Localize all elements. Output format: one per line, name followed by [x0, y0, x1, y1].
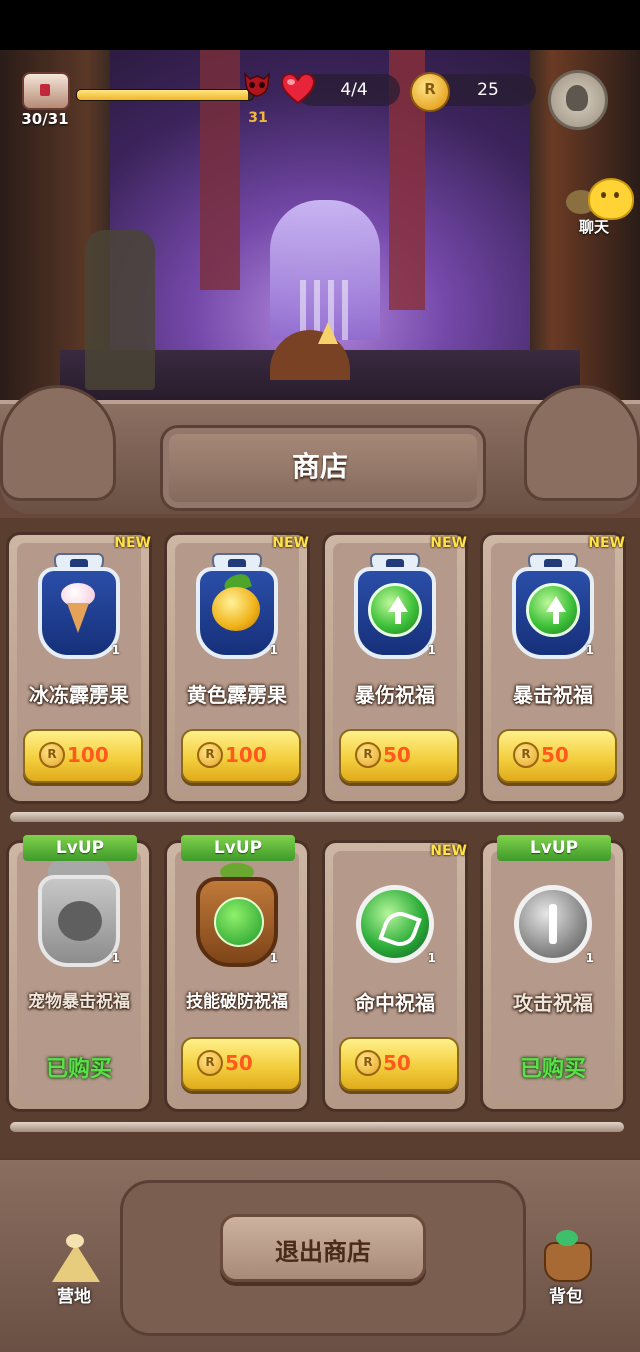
- right-horn-ornament: [524, 385, 640, 501]
- item-name: 冰冻霹雳果: [29, 683, 129, 707]
- chat-icon[interactable]: [588, 178, 634, 220]
- item-icon: 1: [32, 861, 126, 973]
- item-name: 暴伤祝福: [355, 683, 435, 707]
- shop-item-card[interactable]: LvUP 1 宠物暴击祝福 已购买: [6, 835, 152, 1112]
- yellow-fruit-icon: [212, 587, 260, 631]
- item-name: 黄色霹雳果: [187, 683, 287, 707]
- price-value: 50: [383, 743, 411, 767]
- price-value: 50: [225, 1051, 253, 1075]
- item-icon: 1: [190, 553, 284, 665]
- item-icon: 1: [506, 553, 600, 665]
- item-count: 1: [427, 643, 436, 657]
- camp-label[interactable]: 营地: [40, 1282, 108, 1307]
- left-banner: [200, 50, 240, 290]
- new-badge: NEW: [430, 843, 467, 859]
- profile-button[interactable]: [548, 70, 608, 130]
- hero-ear: [318, 322, 338, 344]
- coin-icon: [410, 72, 450, 112]
- price-value: 50: [541, 743, 569, 767]
- skill-armor-break-blessing-icon: [196, 877, 278, 967]
- exit-shop-label: 退出商店: [275, 1238, 371, 1266]
- item-name: 技能破防祝福: [186, 992, 288, 1012]
- item-name: 宠物暴击祝福: [28, 992, 130, 1012]
- buy-button[interactable]: 50: [339, 729, 459, 783]
- backpack-icon[interactable]: [538, 1228, 594, 1282]
- row-divider: [10, 1122, 624, 1132]
- crit-blessing-icon: [526, 583, 580, 637]
- heart-icon: [280, 72, 316, 105]
- coin-icon: [355, 742, 381, 768]
- lvup-badge: LvUP: [181, 835, 295, 861]
- buy-button[interactable]: 50: [497, 729, 617, 783]
- buy-button[interactable]: 50: [339, 1037, 459, 1091]
- hp-value: 4/4: [340, 80, 368, 100]
- coin-icon: [197, 742, 223, 768]
- attack-blessing-icon: [514, 885, 592, 963]
- price-value: 100: [67, 743, 109, 767]
- pet-crit-blessing-icon: [38, 875, 120, 967]
- shop-item-card[interactable]: NEW 1 冰冻霹雳果 100: [6, 532, 152, 804]
- buy-button[interactable]: 50: [181, 1037, 301, 1091]
- shop-item-card[interactable]: LvUP 1 攻击祝福 已购买: [480, 835, 626, 1112]
- buy-button[interactable]: 100: [23, 729, 143, 783]
- item-count: 1: [269, 951, 278, 965]
- camp-icon[interactable]: [48, 1234, 102, 1284]
- coin-icon: [355, 1050, 381, 1076]
- price-value: 100: [225, 743, 267, 767]
- boss-skull-icon: [244, 71, 270, 97]
- xp-progress-bar: [76, 89, 254, 101]
- exit-shop-button[interactable]: 退出商店: [220, 1214, 426, 1282]
- shop-item-card[interactable]: NEW 1 命中祝福 50: [322, 840, 468, 1112]
- treasure-chest-icon[interactable]: [22, 72, 70, 110]
- ice-cream-icon: [57, 583, 99, 633]
- item-icon: 1: [32, 553, 126, 665]
- chest-count: 30/31: [21, 110, 69, 128]
- left-horn-ornament: [0, 385, 116, 501]
- purchased-status: 已购买: [519, 1057, 586, 1082]
- item-name: 攻击祝福: [513, 991, 593, 1015]
- coin-icon: [39, 742, 65, 768]
- shop-item-card[interactable]: NEW 1 暴伤祝福 50: [322, 532, 468, 804]
- coin-icon: [197, 1050, 223, 1076]
- item-count: 1: [111, 643, 120, 657]
- coin-value: 25: [477, 80, 499, 100]
- shop-title: 商店: [291, 450, 348, 483]
- lvup-badge: LvUP: [23, 835, 137, 861]
- item-name: 暴击祝福: [513, 683, 593, 707]
- chat-label[interactable]: 聊天: [572, 216, 616, 237]
- new-badge: NEW: [430, 535, 467, 551]
- item-icon: 1: [506, 861, 600, 973]
- item-count: 1: [427, 951, 436, 965]
- stone-statue: [85, 230, 155, 390]
- row-divider: [10, 812, 624, 822]
- shop-item-card[interactable]: NEW 1 黄色霹雳果 100: [164, 532, 310, 804]
- new-badge: NEW: [588, 535, 625, 551]
- item-count: 1: [111, 951, 120, 965]
- price-value: 50: [383, 1051, 411, 1075]
- xp-progress-fill: [77, 90, 248, 100]
- coin-icon: [513, 742, 539, 768]
- lvup-badge: LvUP: [497, 835, 611, 861]
- item-count: 1: [585, 643, 594, 657]
- new-badge: NEW: [114, 535, 151, 551]
- buy-button[interactable]: 100: [181, 729, 301, 783]
- crit-damage-blessing-icon: [368, 583, 422, 637]
- item-icon: 1: [190, 861, 284, 973]
- item-count: 1: [269, 643, 278, 657]
- backpack-label[interactable]: 背包: [532, 1282, 600, 1307]
- item-count: 1: [585, 951, 594, 965]
- shop-item-card[interactable]: LvUP 1 技能破防祝福 50: [164, 835, 310, 1112]
- status-bar: [0, 0, 640, 50]
- shop-item-card[interactable]: NEW 1 暴击祝福 50: [480, 532, 626, 804]
- purchased-status: 已购买: [45, 1057, 112, 1082]
- item-icon: 1: [348, 861, 442, 973]
- hit-blessing-icon: [356, 885, 434, 963]
- item-icon: 1: [348, 553, 442, 665]
- boss-level: 31: [248, 110, 268, 126]
- item-name: 命中祝福: [355, 991, 435, 1015]
- new-badge: NEW: [272, 535, 309, 551]
